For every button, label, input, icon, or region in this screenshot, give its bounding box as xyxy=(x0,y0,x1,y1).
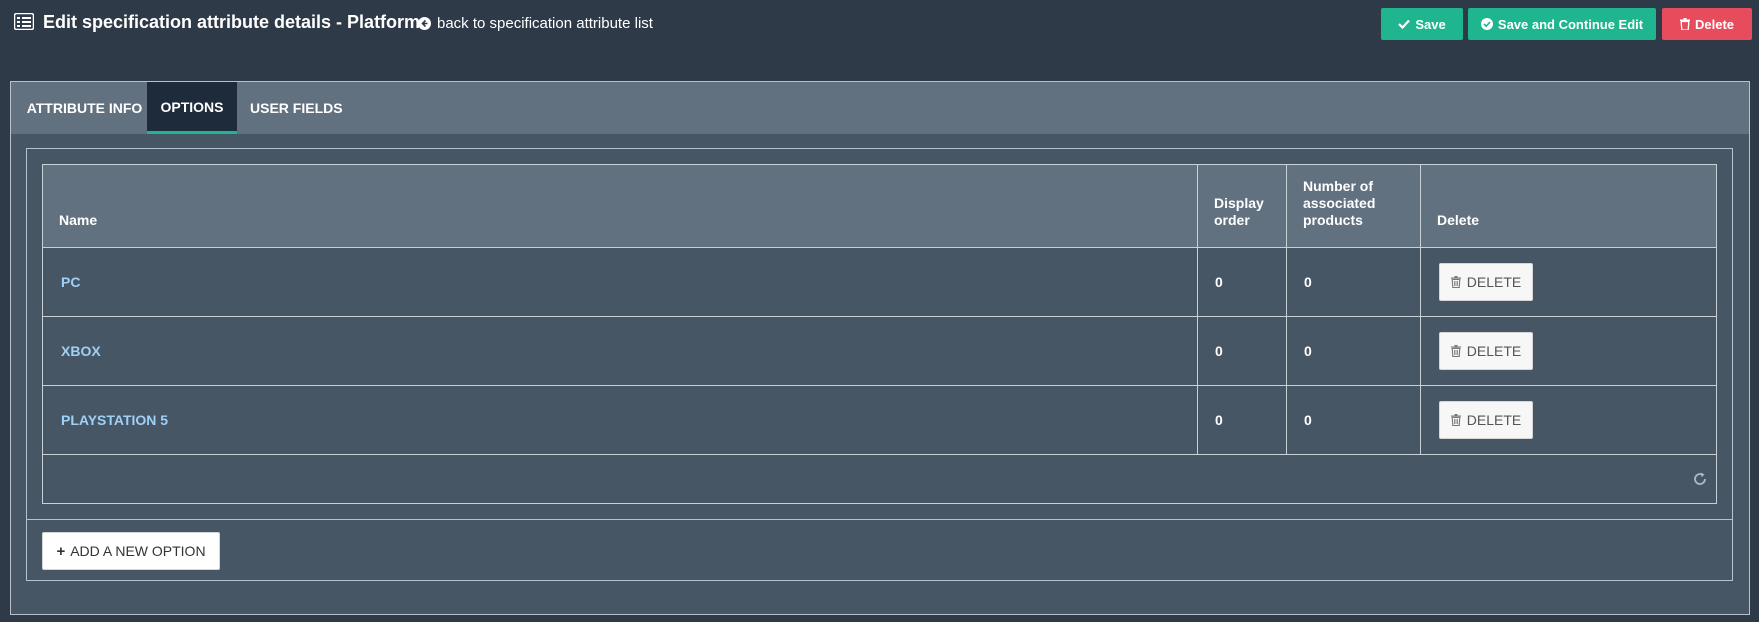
save-button[interactable]: Save xyxy=(1381,8,1463,40)
column-delete: Delete xyxy=(1437,212,1480,228)
products-count-value: 0 xyxy=(1304,274,1312,290)
column-products-line3: products xyxy=(1303,212,1363,228)
check-circle-icon xyxy=(1480,18,1493,30)
grid-header: Name Display order Number of associated … xyxy=(43,165,1716,248)
table-row: XBOX 0 0 DELETE xyxy=(43,317,1716,386)
option-name-link[interactable]: PC xyxy=(61,274,80,290)
page-title: Edit specification attribute details - P… xyxy=(43,12,421,32)
option-name-link[interactable]: XBOX xyxy=(61,343,101,359)
row-delete-button[interactable]: DELETE xyxy=(1439,263,1533,301)
trash-icon xyxy=(1450,414,1461,426)
row-delete-label: DELETE xyxy=(1466,412,1522,428)
options-card: ATTRIBUTE INFO OPTIONS USER FIELDS Name … xyxy=(10,81,1750,615)
delete-label: Delete xyxy=(1694,16,1735,32)
add-option-label: ADD A NEW OPTION xyxy=(70,543,206,559)
back-link-label: back to specification attribute list xyxy=(437,15,653,32)
column-display-order-line1: Display xyxy=(1214,195,1264,211)
check-icon xyxy=(1398,19,1411,29)
list-icon xyxy=(14,13,34,30)
trash-icon xyxy=(1450,345,1461,357)
option-name-link[interactable]: PLAYSTATION 5 xyxy=(61,412,168,428)
arrow-left-circle-icon xyxy=(418,17,431,30)
panel-divider xyxy=(27,519,1732,520)
back-to-list-link[interactable]: back to specification attribute list xyxy=(418,15,653,32)
add-new-option-button[interactable]: + ADD A NEW OPTION xyxy=(42,532,220,570)
plus-icon: + xyxy=(56,542,66,560)
column-products-line1: Number of xyxy=(1303,178,1373,194)
grid-pager xyxy=(43,455,1716,503)
save-label: Save xyxy=(1415,16,1446,32)
display-order-value: 0 xyxy=(1215,412,1223,428)
display-order-value: 0 xyxy=(1215,274,1223,290)
tab-bar: ATTRIBUTE INFO OPTIONS USER FIELDS xyxy=(11,82,1749,134)
row-delete-button[interactable]: DELETE xyxy=(1439,332,1533,370)
options-panel: Name Display order Number of associated … xyxy=(26,148,1733,581)
refresh-icon[interactable] xyxy=(1692,471,1708,487)
products-count-value: 0 xyxy=(1304,412,1312,428)
trash-icon xyxy=(1450,276,1461,288)
tab-options[interactable]: OPTIONS xyxy=(147,82,237,134)
row-delete-button[interactable]: DELETE xyxy=(1439,401,1533,439)
tab-attribute-info[interactable]: ATTRIBUTE INFO xyxy=(11,82,158,134)
products-count-value: 0 xyxy=(1304,343,1312,359)
row-delete-label: DELETE xyxy=(1466,343,1522,359)
options-grid: Name Display order Number of associated … xyxy=(42,164,1717,504)
table-row: PC 0 0 DELETE xyxy=(43,248,1716,317)
column-products-line2: associated xyxy=(1303,195,1376,211)
page-header: Edit specification attribute details - P… xyxy=(0,0,1759,50)
save-and-continue-button[interactable]: Save and Continue Edit xyxy=(1468,8,1656,40)
save-continue-label: Save and Continue Edit xyxy=(1497,16,1644,32)
table-row: PLAYSTATION 5 0 0 DELETE xyxy=(43,386,1716,455)
column-name: Name xyxy=(59,212,98,228)
display-order-value: 0 xyxy=(1215,343,1223,359)
column-display-order-line2: order xyxy=(1214,212,1250,228)
delete-button[interactable]: Delete xyxy=(1662,8,1752,40)
trash-icon xyxy=(1679,18,1690,30)
tab-user-fields[interactable]: USER FIELDS xyxy=(237,82,347,134)
row-delete-label: DELETE xyxy=(1466,274,1522,290)
